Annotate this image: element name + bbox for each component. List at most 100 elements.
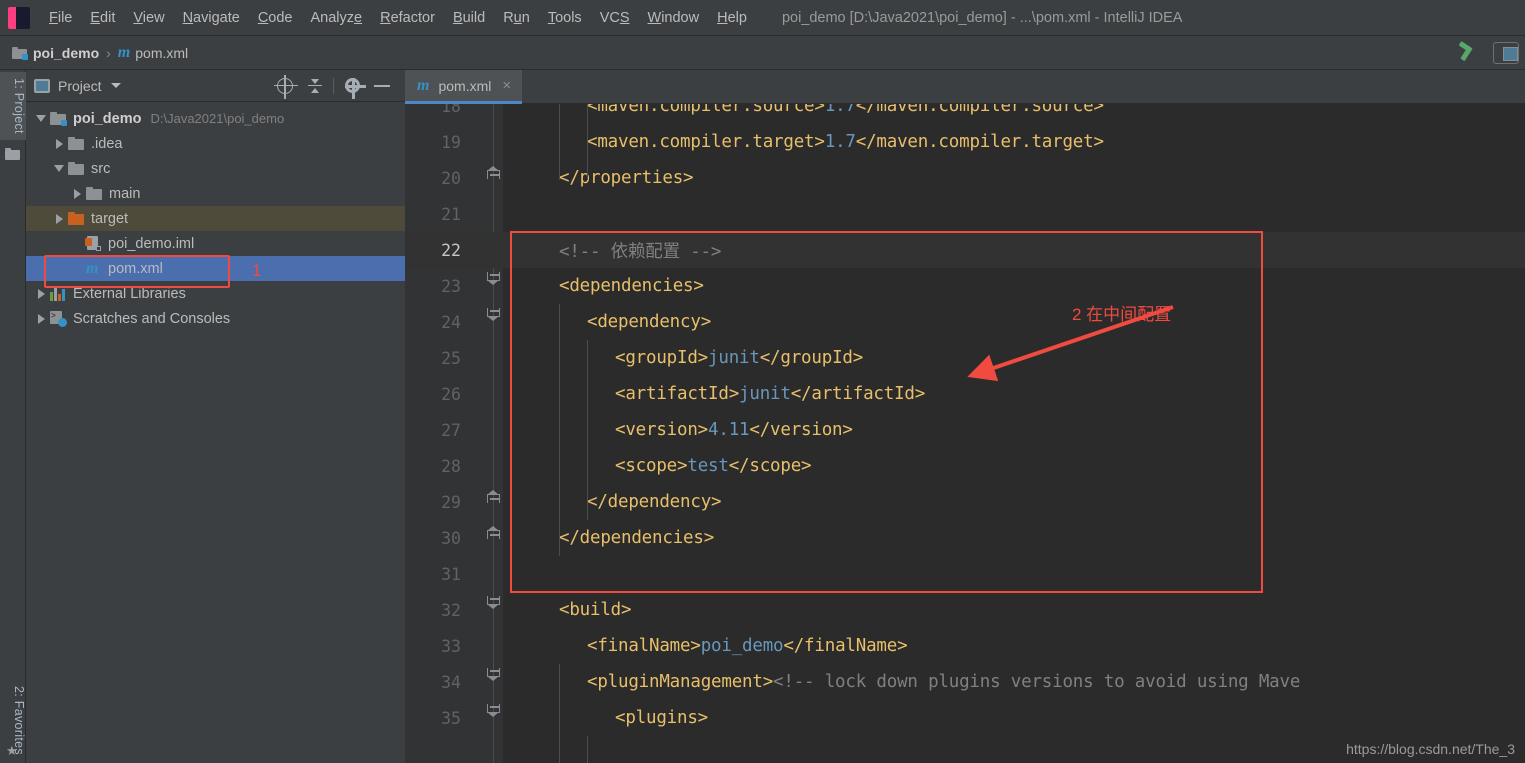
tree-node-target[interactable]: target bbox=[26, 206, 405, 231]
breadcrumb-project[interactable]: poi_demo bbox=[12, 45, 99, 61]
fold-end-marker-icon[interactable] bbox=[487, 490, 500, 503]
fold-end-marker-icon[interactable] bbox=[487, 166, 500, 179]
code-token-tag: <pluginManagement> bbox=[587, 672, 774, 692]
collapse-all-button[interactable] bbox=[300, 71, 330, 101]
tree-node-idea[interactable]: .idea bbox=[26, 131, 405, 156]
menu-item-navigate[interactable]: Navigate bbox=[174, 7, 249, 29]
menu-item-build[interactable]: Build bbox=[444, 7, 494, 29]
menu-item-file[interactable]: File bbox=[40, 7, 81, 29]
menu-item-tools[interactable]: Tools bbox=[539, 7, 591, 29]
menu-item-refactor[interactable]: Refactor bbox=[371, 7, 444, 29]
expand-arrow-down-icon[interactable] bbox=[32, 115, 50, 122]
gutter-line: 34 bbox=[405, 664, 503, 700]
settings-button[interactable] bbox=[337, 71, 367, 101]
menu-item-code[interactable]: Code bbox=[249, 7, 302, 29]
fold-start-marker-icon[interactable] bbox=[487, 272, 500, 285]
code-line[interactable]: <dependencies> bbox=[503, 268, 704, 304]
code-line[interactable] bbox=[503, 196, 531, 232]
annotation-text-two: 2 在中间配置 bbox=[1072, 305, 1172, 324]
code-line[interactable]: <groupId> junit </groupId> bbox=[503, 340, 863, 376]
tree-node-poi-demo[interactable]: poi_demo D:\Java2021\poi_demo bbox=[26, 106, 405, 131]
indent-guide bbox=[559, 664, 560, 763]
breadcrumb-file[interactable]: m pom.xml bbox=[118, 44, 188, 62]
code-line[interactable]: <maven.compiler.target> 1.7 </maven.compil… bbox=[503, 124, 1104, 160]
panel-layout-icon[interactable] bbox=[1493, 41, 1519, 64]
menu-item-view[interactable]: View bbox=[124, 7, 173, 29]
fold-end-marker-icon[interactable] bbox=[487, 526, 500, 539]
tree-node-poi-demo-iml[interactable]: poi_demo.iml bbox=[26, 231, 405, 256]
expand-arrow-right-icon[interactable] bbox=[32, 288, 50, 299]
menu-item-analyze[interactable]: Analyze bbox=[302, 7, 372, 29]
tab-pom-xml[interactable]: m pom.xml × bbox=[405, 70, 523, 104]
code-line[interactable]: <dependency> bbox=[503, 304, 711, 340]
code-line[interactable]: <scope> test </scope> bbox=[503, 448, 812, 484]
chevron-down-icon[interactable] bbox=[110, 83, 121, 88]
code-token-val: 1.7 bbox=[824, 132, 856, 152]
expand-arrow-right-icon[interactable] bbox=[50, 138, 68, 149]
code-token-tag: <finalName> bbox=[587, 636, 701, 656]
code-content[interactable]: <maven.compiler.source> 1.7 </maven.compil… bbox=[503, 104, 1525, 763]
code-token-tag: </maven.compiler.target> bbox=[855, 132, 1104, 152]
code-editor[interactable]: 18 19 20 21 22 23 24 25 26 27 28 29 30 31 32 33 34 35 <ma… bbox=[405, 104, 1525, 763]
fold-start-marker-icon[interactable] bbox=[487, 596, 500, 609]
code-token-val: 4.11 bbox=[708, 420, 750, 440]
expand-arrow-right-icon[interactable] bbox=[68, 188, 86, 199]
code-line[interactable]: </properties> bbox=[503, 160, 694, 196]
menu-item-window[interactable]: Window bbox=[639, 7, 709, 29]
tree-node-external-libraries[interactable]: External Libraries bbox=[26, 281, 405, 306]
navigation-bar: poi_demo › m pom.xml bbox=[0, 36, 1525, 70]
code-line[interactable] bbox=[503, 556, 531, 592]
tree-node-label: poi_demo.iml bbox=[108, 235, 195, 252]
tree-node-src[interactable]: src bbox=[26, 156, 405, 181]
code-line[interactable]: </dependency> bbox=[503, 484, 722, 520]
code-line[interactable]: <finalName> poi_demo </finalName> bbox=[503, 628, 908, 664]
build-hammer-icon[interactable] bbox=[1457, 40, 1479, 64]
menu-item-edit[interactable]: Edit bbox=[81, 7, 124, 29]
code-token-tag: <maven.compiler.source> bbox=[587, 104, 825, 116]
code-line[interactable]: <build> bbox=[503, 592, 632, 628]
scratches-icon: > bbox=[50, 311, 67, 327]
line-number: 33 bbox=[441, 636, 461, 656]
tree-node-label: main bbox=[109, 185, 141, 202]
module-folder-icon bbox=[50, 112, 67, 126]
scroll-from-source-button[interactable] bbox=[270, 71, 300, 101]
maven-file-icon: m bbox=[417, 76, 430, 94]
editor-gutter[interactable]: 18 19 20 21 22 23 24 25 26 27 28 29 30 31 32 33 34 35 bbox=[405, 104, 503, 763]
tree-node-main[interactable]: main bbox=[26, 181, 405, 206]
project-tool-window: Project poi_demo D:\Java2021\poi_demo .ide… bbox=[26, 70, 405, 763]
expand-arrow-right-icon[interactable] bbox=[32, 313, 50, 324]
menu-item-help[interactable]: Help bbox=[708, 7, 756, 29]
gutter-line: 19 bbox=[405, 124, 503, 160]
code-line[interactable]: <maven.compiler.source> 1.7 </maven.compil… bbox=[503, 104, 1104, 124]
folder-excluded-icon bbox=[68, 212, 84, 225]
gutter-line: 26 bbox=[405, 376, 503, 412]
line-number: 18 bbox=[441, 104, 461, 116]
expand-arrow-right-icon[interactable] bbox=[50, 213, 68, 224]
tree-node-pom-xml[interactable]: m pom.xml bbox=[26, 256, 405, 281]
code-token-val: poi_demo bbox=[700, 636, 784, 656]
code-line[interactable]: <pluginManagement> <!-- lock down plugins… bbox=[503, 664, 1300, 700]
code-token-tag: <maven.compiler.target> bbox=[587, 132, 825, 152]
fold-start-marker-icon[interactable] bbox=[487, 308, 500, 321]
line-number: 29 bbox=[441, 492, 461, 512]
tree-node-label: External Libraries bbox=[73, 285, 186, 302]
rail-button-project[interactable]: 1: Project bbox=[0, 72, 26, 140]
code-line[interactable]: <version> 4.11 </version> bbox=[503, 412, 853, 448]
fold-start-marker-icon[interactable] bbox=[487, 704, 500, 717]
code-token-tag: </maven.compiler.source> bbox=[855, 104, 1104, 116]
tree-node-label: Scratches and Consoles bbox=[73, 310, 231, 327]
menu-item-run[interactable]: Run bbox=[494, 7, 539, 29]
hide-panel-button[interactable] bbox=[367, 71, 397, 101]
gutter-line: 22 bbox=[405, 232, 503, 268]
code-line[interactable]: <plugins> bbox=[503, 700, 708, 736]
indent-guide bbox=[587, 736, 588, 763]
maven-file-icon: m bbox=[86, 259, 99, 277]
expand-arrow-down-icon[interactable] bbox=[50, 165, 68, 172]
fold-start-marker-icon[interactable] bbox=[487, 668, 500, 681]
code-line[interactable]: </dependencies> bbox=[503, 520, 714, 556]
menu-item-vcs[interactable]: VCS bbox=[591, 7, 639, 29]
tree-node-scratches-and-consoles[interactable]: > Scratches and Consoles bbox=[26, 306, 405, 331]
code-line[interactable]: <artifactId> junit </artifactId> bbox=[503, 376, 925, 412]
code-line[interactable]: <!-- 依赖配置 --> bbox=[503, 232, 721, 268]
close-icon[interactable]: × bbox=[502, 77, 511, 94]
